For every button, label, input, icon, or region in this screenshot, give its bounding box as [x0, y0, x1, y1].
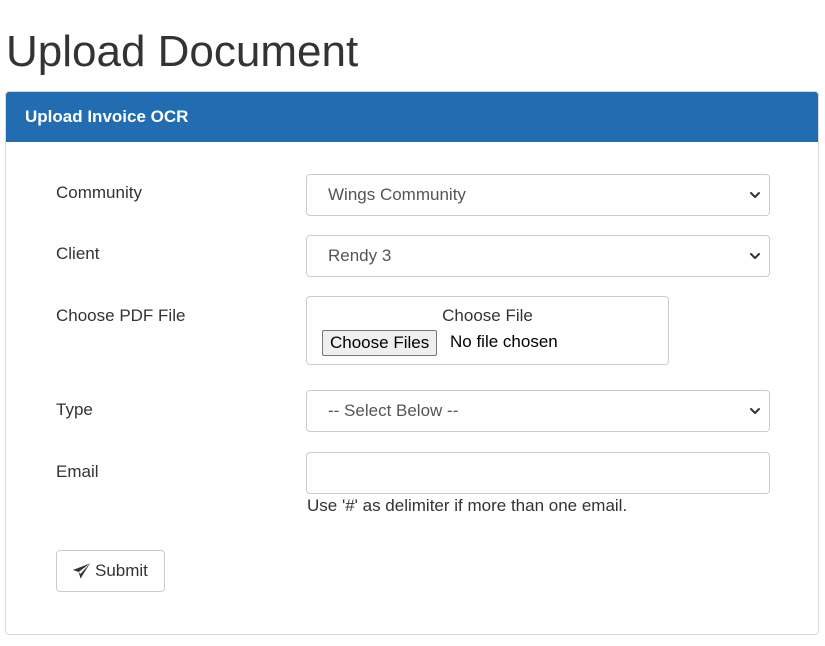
panel-heading: Upload Invoice OCR	[6, 92, 818, 142]
file-status: No file chosen	[450, 332, 558, 351]
client-select-value: Rendy 3	[328, 246, 392, 265]
submit-label: Submit	[95, 561, 148, 580]
community-label: Community	[56, 183, 142, 202]
chevron-down-icon	[750, 192, 760, 198]
choose-files-button[interactable]: Choose Files	[322, 330, 438, 356]
upload-panel: Upload Invoice OCR Community Wings Commu…	[5, 91, 819, 635]
chevron-down-icon	[750, 408, 760, 414]
type-select[interactable]: -- Select Below --	[306, 390, 770, 432]
submit-button[interactable]: Submit	[56, 550, 165, 592]
community-select[interactable]: Wings Community	[306, 174, 770, 216]
client-select[interactable]: Rendy 3	[306, 235, 770, 277]
type-select-value: -- Select Below --	[328, 401, 459, 420]
pdf-file-label: Choose PDF File	[56, 306, 186, 325]
email-label: Email	[56, 462, 99, 481]
chevron-down-icon	[750, 253, 760, 259]
type-label: Type	[56, 400, 93, 419]
file-input-caption: Choose File	[442, 306, 533, 325]
pdf-file-input: Choose File Choose Files No file chosen	[306, 296, 669, 365]
page-title: Upload Document	[6, 27, 359, 76]
email-field[interactable]	[306, 452, 770, 494]
client-label: Client	[56, 244, 100, 263]
community-select-value: Wings Community	[328, 185, 466, 204]
paper-plane-icon	[72, 563, 91, 579]
email-help-text: Use '#' as delimiter if more than one em…	[307, 496, 628, 515]
